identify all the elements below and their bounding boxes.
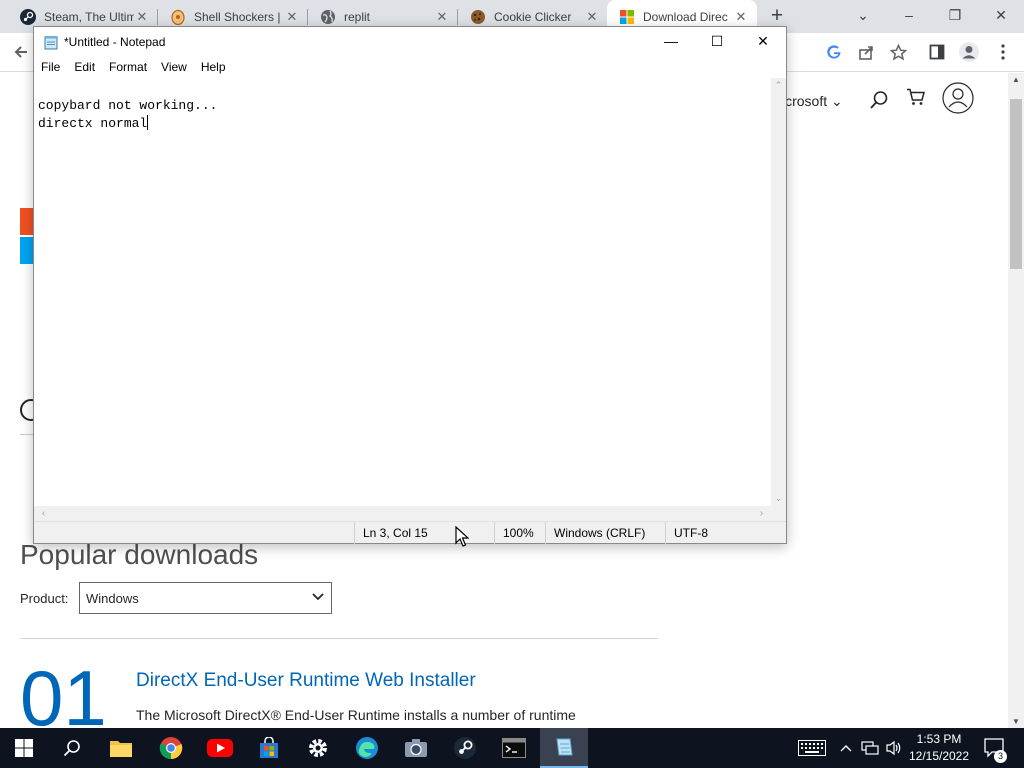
mouse-pointer-icon — [455, 526, 469, 547]
windows-taskbar: 1:53 PM 12/15/2022 3 — [0, 728, 1024, 768]
text-caret — [147, 115, 149, 130]
search-icon[interactable] — [48, 728, 96, 768]
status-line-ending: Windows (CRLF) — [545, 522, 665, 544]
scrollbar-thumb[interactable] — [1010, 99, 1022, 269]
steam-icon — [20, 8, 36, 25]
notepad-title-bar[interactable]: *Untitled - Notepad — ☐ ✕ — [34, 27, 786, 58]
file-explorer-icon[interactable] — [97, 728, 145, 768]
menu-view[interactable]: View — [154, 58, 194, 78]
notepad-maximize-button[interactable]: ☐ — [694, 27, 740, 58]
product-select-value: Windows — [86, 590, 139, 606]
tab-title: Download Direc — [643, 9, 728, 24]
window-close-button[interactable]: ✕ — [978, 0, 1024, 33]
page-scrollbar[interactable]: ▲ ▼ — [1008, 73, 1024, 728]
google-icon[interactable] — [823, 41, 845, 63]
shell-shockers-icon — [171, 9, 185, 25]
status-encoding: UTF-8 — [665, 522, 786, 544]
scroll-up-arrow-icon[interactable]: ⌃ — [771, 80, 786, 91]
globe-icon — [321, 9, 335, 24]
window-minimize-button[interactable]: – — [886, 0, 932, 33]
volume-icon[interactable] — [884, 728, 904, 768]
notepad-menu-bar: File Edit Format View Help — [34, 58, 786, 78]
download-description: The Microsoft DirectX® End-User Runtime … — [136, 707, 576, 723]
text-line: copybard not working... — [38, 98, 218, 113]
notepad-text-area[interactable]: copybard not working... directx normal — [34, 78, 771, 506]
tab-title: Shell Shockers | — [194, 9, 281, 24]
cookie-icon — [471, 9, 485, 24]
tab-close-button[interactable]: ✕ — [134, 9, 150, 25]
scroll-right-arrow-icon[interactable]: › — [754, 506, 769, 521]
notepad-minimize-button[interactable]: — — [648, 27, 694, 58]
start-icon[interactable] — [0, 728, 48, 768]
download-number: 01 — [20, 654, 107, 728]
edge-icon[interactable] — [343, 728, 391, 768]
microsoft-logo-fragment — [20, 237, 33, 264]
divider — [20, 638, 658, 639]
download-title-link[interactable]: DirectX End-User Runtime Web Installer — [136, 670, 476, 692]
notepad-vertical-scrollbar[interactable]: ⌃ ⌄ — [771, 78, 786, 506]
chevron-down-icon — [312, 593, 324, 601]
bookmark-star-icon[interactable] — [887, 41, 909, 63]
product-select[interactable]: Windows — [79, 582, 332, 614]
tab-close-button[interactable]: ✕ — [434, 9, 450, 25]
side-panel-icon[interactable] — [926, 41, 948, 63]
tab-close-button[interactable]: ✕ — [584, 9, 600, 25]
notepad-title: *Untitled - Notepad — [64, 35, 166, 49]
youtube-icon[interactable] — [196, 728, 244, 768]
microsoft-store-icon[interactable] — [245, 728, 293, 768]
menu-format[interactable]: Format — [102, 58, 154, 78]
notepad-window: *Untitled - Notepad — ☐ ✕ File Edit Form… — [33, 26, 787, 544]
taskbar-clock[interactable]: 1:53 PM 12/15/2022 — [908, 731, 970, 765]
tab-search-button[interactable]: ⌄ — [840, 0, 886, 33]
scroll-up-arrow-icon[interactable]: ▲ — [1008, 75, 1024, 84]
microsoft-icon — [620, 9, 634, 24]
cart-icon[interactable] — [906, 88, 926, 111]
network-icon[interactable] — [860, 728, 880, 768]
menu-help[interactable]: Help — [194, 58, 233, 78]
settings-icon[interactable] — [294, 728, 342, 768]
scrollbar-corner — [771, 506, 786, 521]
tab-close-button[interactable]: ✕ — [284, 9, 300, 25]
notepad-app-icon — [44, 36, 58, 50]
more-menu-icon[interactable] — [992, 41, 1014, 63]
notification-count-badge: 3 — [994, 750, 1007, 763]
clock-date: 12/15/2022 — [908, 749, 970, 763]
steam-icon[interactable] — [441, 728, 489, 768]
notepad-status-bar: Ln 3, Col 15 100% Windows (CRLF) UTF-8 — [34, 521, 786, 544]
status-zoom: 100% — [494, 522, 545, 544]
notepad-icon[interactable] — [540, 728, 588, 768]
tab-title: Steam, The Ultim — [44, 9, 134, 24]
text-line: directx normal — [38, 116, 148, 131]
microsoft-logo-fragment — [20, 208, 33, 235]
notepad-horizontal-scrollbar[interactable]: ‹ › — [34, 506, 771, 521]
microsoft-nav-label[interactable]: icrosoft ⌄ — [782, 93, 843, 110]
tab-title: Cookie Clicker — [494, 9, 572, 24]
notification-center-icon[interactable]: 3 — [980, 728, 1010, 768]
scroll-left-arrow-icon[interactable]: ‹ — [36, 506, 51, 521]
tab-close-button[interactable]: ✕ — [733, 9, 749, 25]
menu-file[interactable]: File — [34, 58, 67, 78]
clock-time: 1:53 PM — [916, 732, 962, 746]
touch-keyboard-icon[interactable] — [796, 728, 828, 768]
scroll-down-arrow-icon[interactable]: ▼ — [1008, 717, 1024, 726]
account-icon[interactable] — [942, 82, 974, 119]
chevron-up-icon[interactable] — [838, 728, 854, 768]
notepad-close-button[interactable]: ✕ — [740, 27, 786, 58]
back-arrow-icon[interactable] — [10, 41, 32, 63]
tab-title: replit — [344, 9, 371, 24]
site-search-icon[interactable] — [869, 90, 889, 115]
share-icon[interactable] — [855, 41, 877, 63]
window-restore-button[interactable]: ❐ — [932, 0, 978, 33]
menu-edit[interactable]: Edit — [67, 58, 102, 78]
profile-icon[interactable] — [958, 41, 980, 63]
scroll-down-arrow-icon[interactable]: ⌄ — [771, 493, 786, 504]
terminal-icon[interactable] — [490, 728, 538, 768]
chrome-icon[interactable] — [147, 728, 195, 768]
camera-icon[interactable] — [392, 728, 440, 768]
product-label: Product: — [20, 591, 69, 606]
